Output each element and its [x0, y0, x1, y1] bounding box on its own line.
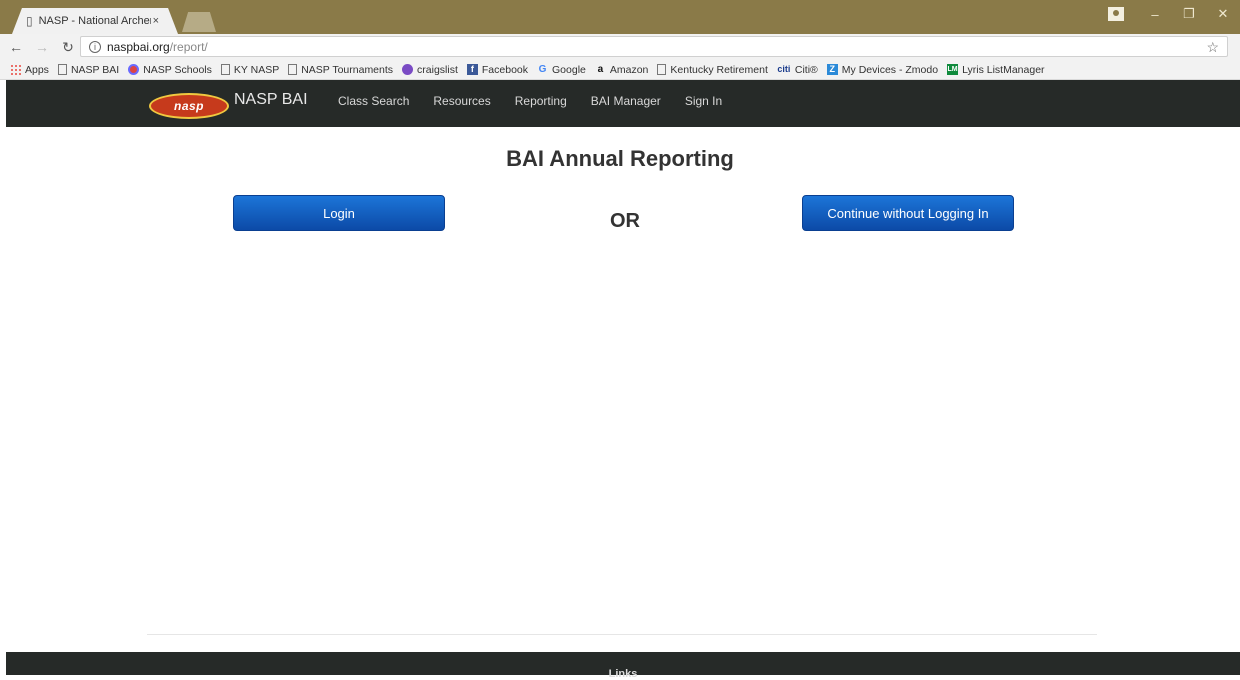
circle-logo-icon: [128, 64, 140, 75]
reload-icon[interactable]: ↻: [58, 39, 78, 56]
bookmark-nasp-schools[interactable]: NASP Schools: [128, 64, 212, 76]
page-title: BAI Annual Reporting: [506, 146, 734, 171]
address-bar[interactable]: i naspbai.org/report/ ☆: [80, 36, 1228, 57]
zmodo-icon: Z: [826, 64, 838, 75]
forward-icon[interactable]: →: [32, 39, 52, 55]
profile-icon[interactable]: [1108, 7, 1124, 21]
tab-title: NASP - National Archery: [38, 15, 151, 27]
window-controls: – ❐ ✕: [1108, 4, 1240, 24]
browser-toolbar: ← → ↻ i naspbai.org/report/ ☆: [0, 34, 1240, 60]
apps-grid-icon: [10, 64, 21, 75]
bookmark-facebook[interactable]: f Facebook: [466, 64, 528, 76]
page-icon: [657, 64, 667, 75]
nav-sign-in[interactable]: Sign In: [685, 94, 722, 108]
nav-bai-manager[interactable]: BAI Manager: [591, 94, 661, 108]
bookmark-ky-nasp[interactable]: KY NASP: [220, 64, 279, 76]
browser-tab[interactable]: ▯ NASP - National Archery ×: [12, 8, 178, 34]
info-icon[interactable]: i: [89, 40, 101, 53]
brand-link[interactable]: NASP BAI: [234, 91, 308, 109]
facebook-icon: f: [466, 64, 478, 75]
minimize-icon[interactable]: –: [1138, 7, 1172, 22]
footer-divider: [147, 634, 1097, 635]
url-host: naspbai.org: [107, 39, 170, 54]
bookmark-apps[interactable]: Apps: [10, 64, 49, 76]
nav-class-search[interactable]: Class Search: [338, 94, 409, 108]
bookmark-lyris[interactable]: LM Lyris ListManager: [947, 64, 1045, 76]
bookmark-citi[interactable]: citi Citi®: [777, 64, 817, 76]
site-footer: Links: [6, 652, 1240, 680]
footer-links-heading: Links: [608, 668, 638, 680]
bookmark-kentucky-retirement[interactable]: Kentucky Retirement: [657, 64, 768, 76]
close-window-icon[interactable]: ✕: [1206, 6, 1240, 22]
lyris-icon: LM: [947, 64, 959, 75]
tab-close-icon[interactable]: ×: [153, 15, 159, 27]
bookmark-google[interactable]: G Google: [537, 64, 586, 76]
bookmark-craigslist[interactable]: craigslist: [402, 64, 458, 76]
peace-icon: [402, 64, 414, 75]
new-tab-button[interactable]: [182, 12, 216, 32]
back-icon[interactable]: ←: [6, 39, 26, 55]
bookmark-star-icon[interactable]: ☆: [1206, 39, 1219, 56]
page-icon: [57, 64, 67, 75]
bookmark-nasp-tournaments[interactable]: NASP Tournaments: [288, 64, 393, 76]
page-icon: ▯: [26, 14, 33, 28]
amazon-icon: a: [597, 64, 604, 75]
logo-text: nasp: [173, 99, 204, 113]
bookmarks-bar: Apps NASP BAI NASP Schools KY NASP NASP …: [0, 60, 1240, 80]
bookmark-zmodo[interactable]: Z My Devices - Zmodo: [826, 64, 938, 76]
login-button[interactable]: Login: [233, 195, 445, 231]
restore-icon[interactable]: ❐: [1172, 6, 1206, 22]
or-separator: OR: [610, 210, 640, 232]
bookmark-nasp-bai[interactable]: NASP BAI: [57, 64, 119, 76]
nav-resources[interactable]: Resources: [433, 94, 490, 108]
bookmark-amazon[interactable]: a Amazon: [595, 64, 649, 76]
site-navbar: nasp NASP BAI Class Search Resources Rep…: [6, 80, 1240, 127]
continue-without-login-button[interactable]: Continue without Logging In: [802, 195, 1014, 231]
citi-icon: citi: [777, 64, 791, 74]
page-icon: [288, 64, 298, 75]
page-icon: [220, 64, 230, 75]
nasp-logo[interactable]: nasp: [149, 93, 229, 119]
browser-title-bar: ▯ NASP - National Archery × – ❐ ✕: [0, 0, 1240, 34]
nav-links: Class Search Resources Reporting BAI Man…: [338, 94, 746, 108]
url-path: /report/: [169, 39, 208, 54]
google-icon: G: [538, 64, 547, 75]
nav-reporting[interactable]: Reporting: [515, 94, 567, 108]
